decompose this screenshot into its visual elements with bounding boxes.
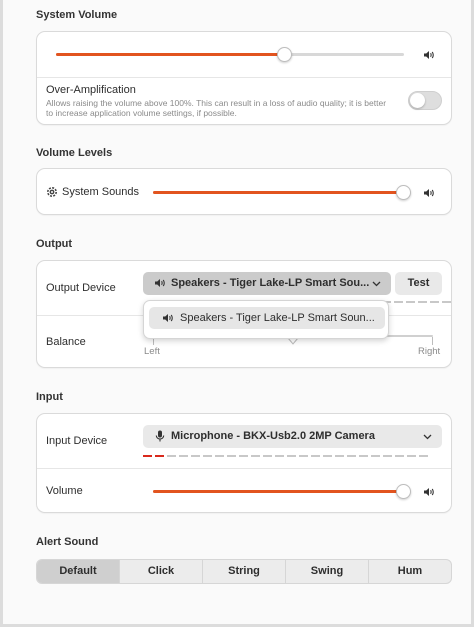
level-segment — [167, 455, 176, 457]
section-title-system-volume: System Volume — [36, 9, 118, 21]
level-segment — [323, 455, 332, 457]
output-device-value: Speakers - Tiger Lake-LP Smart Sou... — [171, 277, 370, 289]
over-amplification-description: Allows raising the volume above 100%. Th… — [46, 98, 408, 118]
input-device-dropdown[interactable]: Microphone - BKX-Usb2.0 2MP Camera — [143, 425, 442, 448]
toggle-knob — [410, 93, 425, 108]
balance-label: Balance — [46, 336, 86, 348]
output-device-option[interactable]: Speakers - Tiger Lake-LP Smart Soun... — [149, 307, 385, 329]
level-segment — [155, 455, 164, 457]
level-segment — [395, 455, 404, 457]
system-sounds-slider[interactable] — [153, 185, 411, 200]
alert-sound-selector: Default Click String Swing Hum — [36, 559, 452, 584]
input-device-value: Microphone - BKX-Usb2.0 2MP Camera — [171, 430, 375, 442]
level-segment — [418, 301, 427, 303]
test-button[interactable]: Test — [395, 272, 442, 295]
system-sounds-label: System Sounds — [62, 186, 140, 198]
level-segment — [359, 455, 368, 457]
balance-tick-right — [432, 337, 433, 345]
input-volume-slider-thumb[interactable] — [396, 484, 411, 499]
level-segment — [191, 455, 200, 457]
speaker-icon — [424, 189, 434, 197]
window-edge-left — [0, 0, 3, 627]
level-segment — [299, 455, 308, 457]
level-segment — [371, 455, 380, 457]
output-device-option-label: Speakers - Tiger Lake-LP Smart Soun... — [180, 312, 375, 324]
output-device-label: Output Device — [46, 282, 116, 294]
chevron-down-icon — [423, 434, 432, 440]
level-segment — [311, 455, 320, 457]
over-amplification-description-line2: to increase application volume settings,… — [46, 108, 237, 118]
system-volume-slider-fill — [56, 53, 284, 56]
level-segment — [407, 455, 416, 457]
system-volume-slider-thumb[interactable] — [277, 47, 292, 62]
level-segment — [394, 301, 403, 303]
level-segment — [430, 301, 439, 303]
input-level-meter — [143, 455, 428, 457]
speaker-icon — [424, 51, 434, 59]
section-title-volume-levels: Volume Levels — [36, 147, 113, 159]
speaker-icon — [163, 314, 173, 322]
section-title-alert-sound: Alert Sound — [36, 536, 99, 548]
level-segment — [275, 455, 284, 457]
separator — [37, 77, 451, 78]
level-segment — [239, 455, 248, 457]
input-volume-slider-fill — [153, 490, 403, 493]
system-volume-slider[interactable] — [56, 47, 404, 62]
alert-sound-option-default[interactable]: Default — [37, 560, 120, 583]
alert-sound-option-click[interactable]: Click — [120, 560, 203, 583]
level-segment — [203, 455, 212, 457]
input-volume-label: Volume — [46, 485, 83, 497]
level-segment — [227, 455, 236, 457]
input-volume-slider[interactable] — [153, 484, 411, 499]
system-volume-card: Over-Amplification Allows raising the vo… — [36, 31, 452, 125]
level-segment — [335, 455, 344, 457]
system-sounds-slider-fill — [153, 191, 403, 194]
gear-icon — [47, 187, 57, 197]
level-segment — [251, 455, 260, 457]
section-title-input: Input — [36, 391, 63, 403]
level-segment — [442, 301, 451, 303]
alert-sound-option-hum[interactable]: Hum — [369, 560, 451, 583]
input-device-label: Input Device — [46, 435, 108, 447]
chevron-down-icon — [372, 281, 381, 287]
level-segment — [287, 455, 296, 457]
alert-sound-option-swing[interactable]: Swing — [286, 560, 369, 583]
balance-left-label: Left — [144, 346, 160, 357]
level-segment — [347, 455, 356, 457]
microphone-icon — [155, 430, 165, 442]
level-segment — [215, 455, 224, 457]
alert-sound-option-string[interactable]: String — [203, 560, 286, 583]
separator — [37, 468, 451, 469]
output-device-popover: Speakers - Tiger Lake-LP Smart Soun... — [143, 300, 389, 339]
level-segment — [143, 455, 152, 457]
speaker-icon — [155, 279, 165, 287]
over-amplification-description-line1: Allows raising the volume above 100%. Th… — [46, 98, 387, 108]
section-title-output: Output — [36, 238, 73, 250]
level-segment — [383, 455, 392, 457]
level-segment — [179, 455, 188, 457]
volume-levels-card: System Sounds — [36, 168, 452, 215]
speaker-icon — [424, 488, 434, 496]
balance-right-label: Right — [418, 346, 441, 357]
over-amplification-toggle[interactable] — [408, 91, 442, 110]
level-segment — [263, 455, 272, 457]
level-segment — [419, 455, 428, 457]
over-amplification-label: Over-Amplification — [46, 84, 136, 96]
system-sounds-slider-thumb[interactable] — [396, 185, 411, 200]
level-segment — [406, 301, 415, 303]
input-card: Input Device Microphone - BKX-Usb2.0 2MP… — [36, 413, 452, 513]
output-device-dropdown[interactable]: Speakers - Tiger Lake-LP Smart Sou... — [143, 272, 391, 295]
